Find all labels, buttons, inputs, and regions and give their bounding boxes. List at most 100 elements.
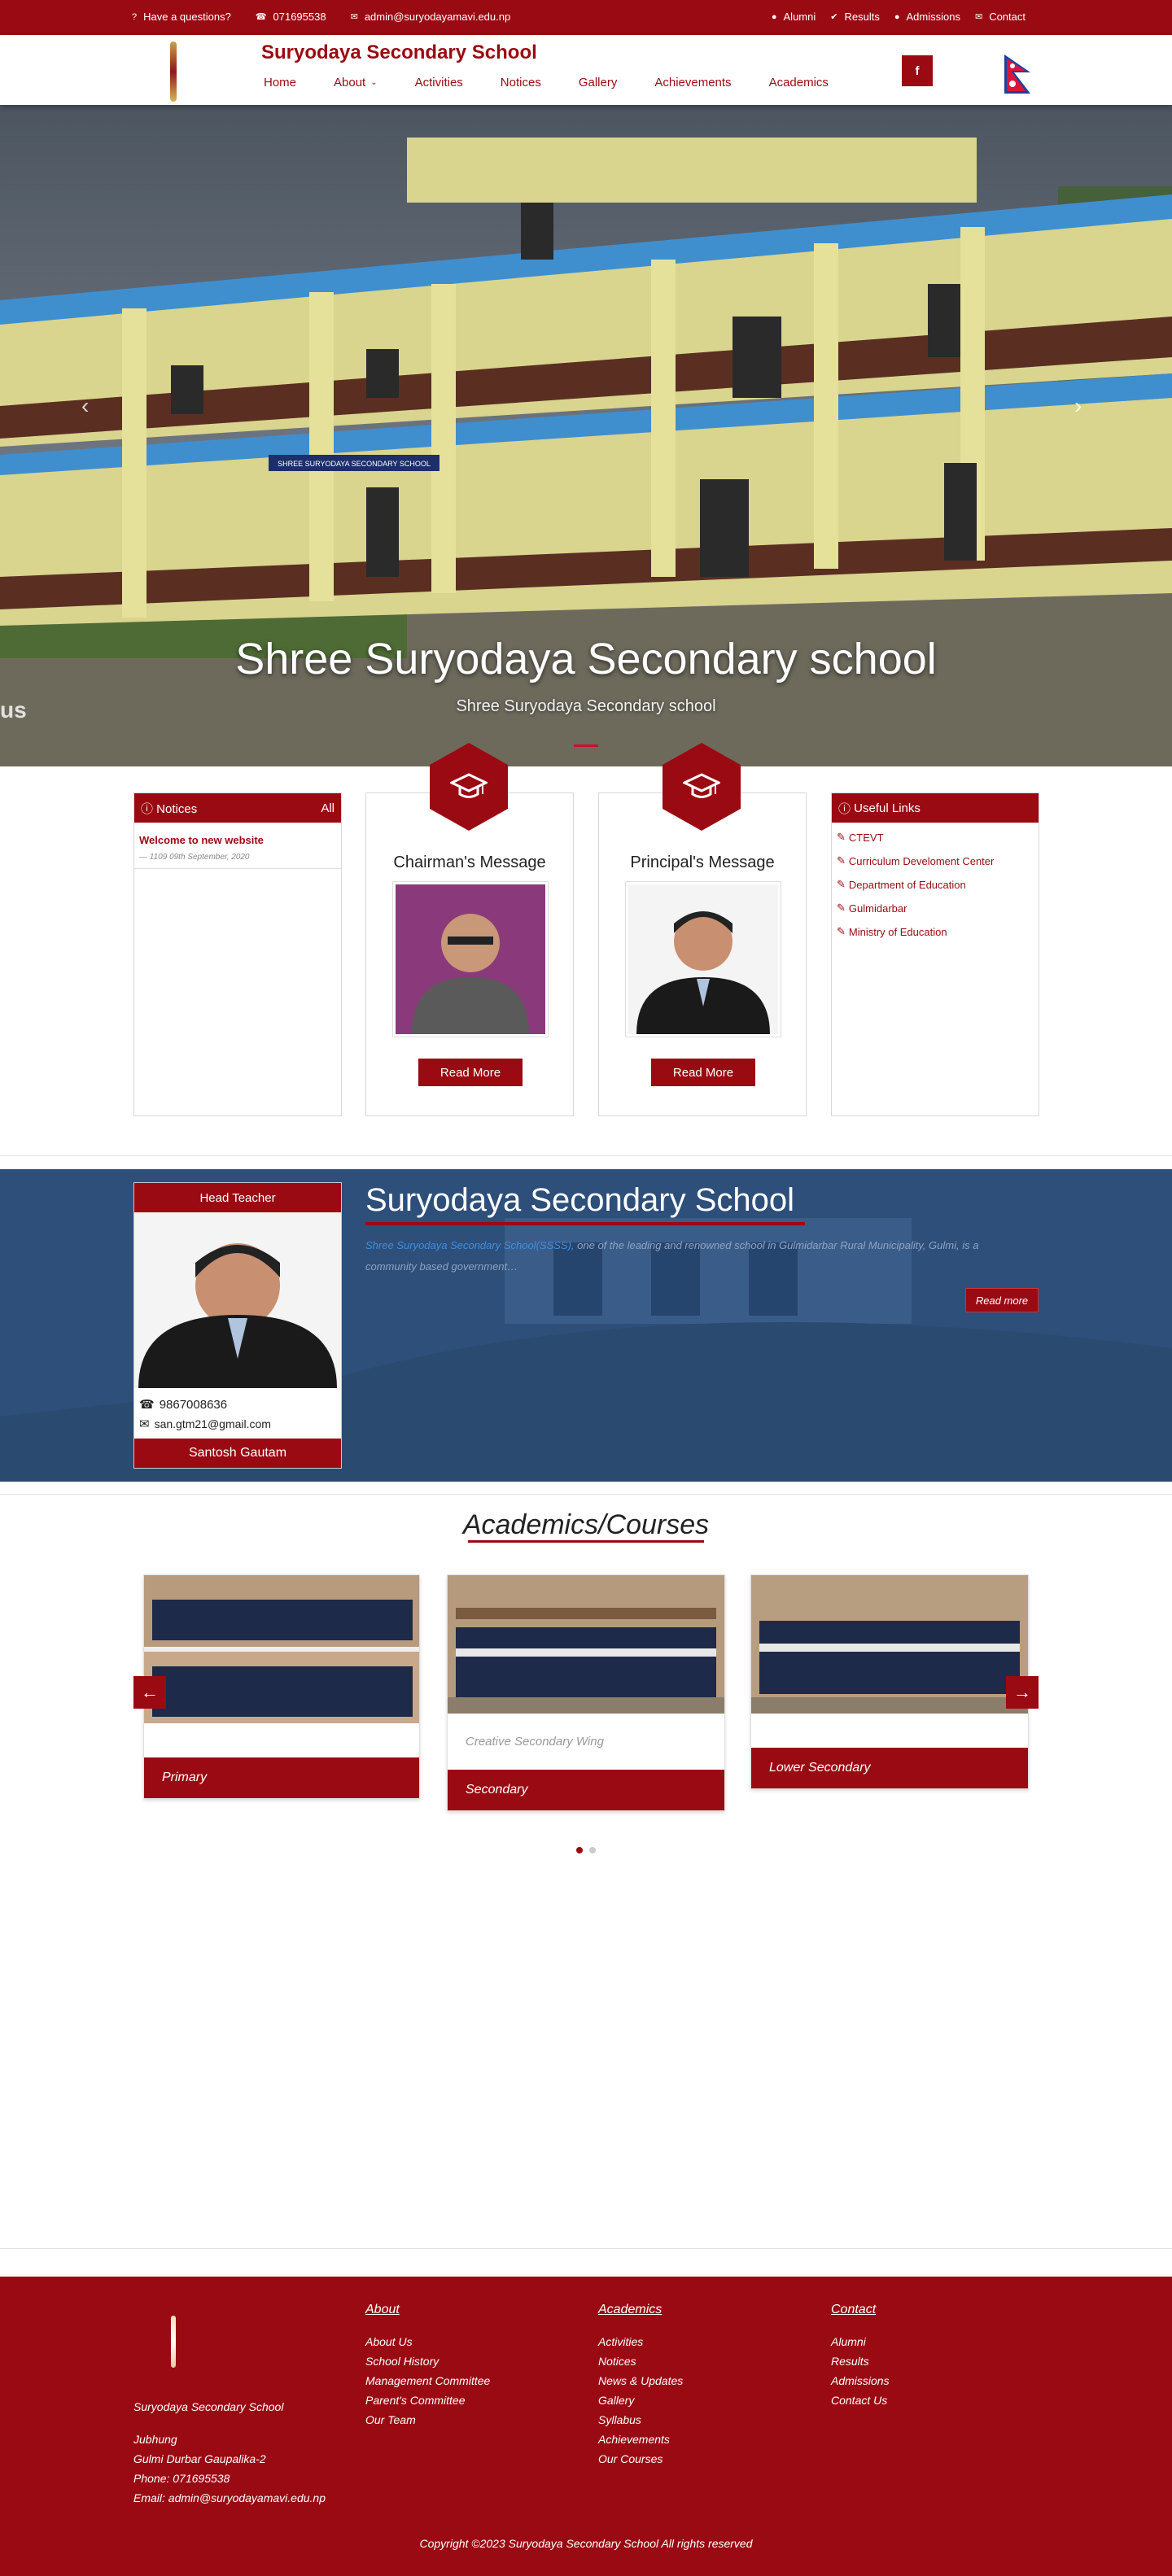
head-teacher-email[interactable]: ✉ san.gtm21@gmail.com — [139, 1417, 336, 1431]
graduation-cap-icon — [450, 773, 488, 798]
useful-links-heading: Useful Links — [854, 801, 921, 815]
about-school-description: Shree Suryodaya Secondary School(SSSS), … — [365, 1235, 1000, 1277]
building-sign-text: SHREE SURYODAYA SECONDARY SCHOOL — [278, 460, 431, 468]
footer-link[interactable]: Syllabus — [598, 2413, 683, 2426]
hero-next-arrow[interactable]: › — [1074, 393, 1082, 419]
user-icon: ● — [771, 11, 777, 22]
footer-link[interactable]: Gallery — [598, 2394, 683, 2407]
head-teacher-phone-text: 9867008636 — [159, 1397, 228, 1412]
admissions-link[interactable]: ● Admissions — [894, 11, 960, 23]
main-nav: Home About ⌄ Activities Notices Gallery A… — [264, 76, 866, 90]
external-link-icon: ✎ — [837, 831, 846, 843]
chairman-card: Chairman's Message Read More — [365, 743, 574, 1116]
footer-link[interactable]: Results — [831, 2355, 890, 2368]
info-icon: ⓘ — [838, 801, 855, 816]
check-icon: ✔ — [830, 12, 838, 22]
head-teacher-name: Santosh Gautam — [134, 1439, 341, 1468]
notice-divider — [134, 868, 341, 869]
course-card-lower-secondary[interactable]: Lower Secondary — [750, 1574, 1029, 1789]
footer-link[interactable]: Admissions — [831, 2374, 890, 2387]
principal-read-more-button[interactable]: Read More — [651, 1059, 755, 1086]
admissions-label: Admissions — [906, 11, 960, 23]
hero-prev-arrow[interactable]: ‹ — [81, 393, 89, 419]
school-logo[interactable] — [170, 41, 177, 102]
principal-photo — [625, 881, 781, 1037]
nav-about[interactable]: About ⌄ — [334, 76, 378, 90]
head-teacher-photo — [134, 1212, 341, 1388]
hero-indicator[interactable] — [574, 744, 598, 747]
head-teacher-email-text: san.gtm21@gmail.com — [154, 1417, 271, 1430]
nav-activities[interactable]: Activities — [415, 76, 463, 90]
nepal-flag-icon — [1004, 55, 1030, 94]
footer-address-line: Jubhung — [133, 2433, 177, 2446]
phone-item[interactable]: ☎ 071695538 — [256, 11, 326, 23]
results-link[interactable]: ✔ Results — [830, 11, 880, 23]
contact-link[interactable]: ✉ Contact — [975, 11, 1026, 23]
facebook-button[interactable]: f — [902, 55, 933, 86]
nav-home[interactable]: Home — [264, 76, 296, 90]
footer-link[interactable]: Management Committee — [365, 2374, 490, 2387]
link-ctevt[interactable]: ✎ CTEVT — [837, 831, 1034, 844]
link-moe[interactable]: ✎ Ministry of Education — [837, 925, 1034, 938]
useful-links-list: ✎ CTEVT ✎ Curriculum Develoment Center ✎ De… — [832, 823, 1039, 938]
footer-link[interactable]: News & Updates — [598, 2374, 683, 2387]
chairman-read-more-button[interactable]: Read More — [418, 1059, 523, 1086]
hero-title: Shree Suryodaya Secondary school — [235, 635, 937, 683]
footer-link[interactable]: Activities — [598, 2335, 683, 2348]
course-card-secondary[interactable]: Creative Secondary Wing Secondary — [447, 1574, 725, 1811]
nav-gallery[interactable]: Gallery — [579, 76, 618, 90]
carousel-dot-active[interactable] — [576, 1847, 583, 1853]
envelope-icon: ✉ — [350, 12, 358, 22]
carousel-prev-button[interactable]: ← — [133, 1676, 166, 1709]
nav-academics[interactable]: Academics — [769, 76, 829, 90]
carousel-dot[interactable] — [589, 1847, 596, 1853]
footer-link[interactable]: Contact Us — [831, 2394, 890, 2407]
copyright-text: Copyright ©2023 Suryodaya Secondary Scho… — [419, 2537, 753, 2550]
footer-phone: Phone: 071695538 — [133, 2472, 230, 2485]
about-read-more-button[interactable]: Read more — [965, 1288, 1039, 1312]
notice-date: — 1109 09th September, 2020 — [139, 853, 250, 862]
footer-link[interactable]: About Us — [365, 2335, 490, 2348]
user-icon: ● — [894, 11, 900, 22]
course-label: Primary — [144, 1757, 419, 1798]
footer-link[interactable]: Achievements — [598, 2433, 683, 2446]
footer-link[interactable]: Parent's Committee — [365, 2394, 490, 2407]
notices-header: ⓘ Notices All — [134, 793, 341, 823]
footer-link[interactable]: Notices — [598, 2355, 683, 2368]
footer-link[interactable]: School History — [365, 2355, 490, 2368]
site-header: Suryodaya Secondary School Home About ⌄ A… — [0, 35, 1172, 105]
phone-icon: ☎ — [139, 1398, 155, 1412]
brand-name[interactable]: Suryodaya Secondary School — [261, 41, 537, 64]
alumni-link[interactable]: ● Alumni — [772, 11, 816, 23]
course-card-primary[interactable]: Primary — [143, 1574, 420, 1799]
link-label: CTEVT — [848, 831, 884, 844]
question-icon: ? — [132, 11, 138, 22]
footer-link[interactable]: Our Courses — [598, 2452, 683, 2465]
link-gulmidarbar[interactable]: ✎ Gulmidarbar — [837, 902, 1034, 915]
graduation-cap-icon — [683, 773, 720, 798]
nav-notices[interactable]: Notices — [501, 76, 541, 90]
envelope-icon: ✉ — [139, 1417, 150, 1431]
footer-about-heading: About — [365, 2303, 400, 2316]
info-icon: ⓘ — [141, 801, 157, 816]
notice-title[interactable]: Welcome to new website — [139, 834, 336, 846]
chairman-photo — [392, 881, 549, 1037]
email-item[interactable]: ✉ admin@suryodayamavi.edu.np — [351, 11, 511, 23]
notices-all-link[interactable]: All — [321, 801, 335, 815]
link-cdc[interactable]: ✎ Curriculum Develoment Center — [837, 854, 1034, 867]
footer-link[interactable]: Our Team — [365, 2413, 490, 2426]
head-teacher-heading: Head Teacher — [134, 1183, 341, 1212]
carousel-next-button[interactable]: → — [1006, 1676, 1039, 1709]
arrow-left-icon: ← — [141, 1682, 159, 1702]
external-link-icon: ✎ — [837, 925, 846, 937]
footer-link[interactable]: Alumni — [831, 2335, 890, 2348]
link-doe[interactable]: ✎ Department of Education — [837, 878, 1034, 891]
nav-achievements[interactable]: Achievements — [654, 76, 731, 90]
external-link-icon: ✎ — [837, 854, 846, 867]
head-teacher-phone[interactable]: ☎ 9867008636 — [139, 1397, 336, 1412]
email-text: admin@suryodayamavi.edu.np — [364, 11, 511, 23]
phone-text: 071695538 — [273, 11, 326, 23]
hero-subtitle: Shree Suryodaya Secondary school — [456, 697, 716, 715]
arrow-right-icon: → — [1013, 1682, 1031, 1702]
link-label: Department of Education — [848, 878, 966, 891]
